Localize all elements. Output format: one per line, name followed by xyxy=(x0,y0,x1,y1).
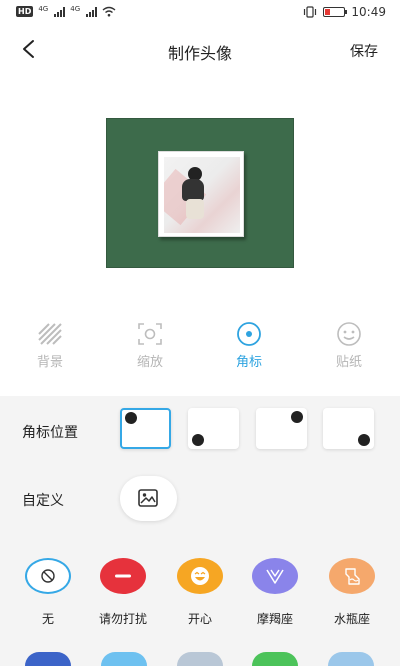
smiley-icon xyxy=(337,322,361,346)
clock: 10:49 xyxy=(351,5,386,19)
signal-icon-2 xyxy=(86,6,98,17)
avatar-preview-canvas xyxy=(106,118,294,268)
badge-row-partial xyxy=(0,652,400,666)
badge-dot-icon xyxy=(237,322,261,346)
tab-label: 角标 xyxy=(235,355,262,370)
image-icon xyxy=(138,489,158,507)
capricorn-icon xyxy=(266,569,284,584)
corner-dot xyxy=(291,411,303,423)
tab-background[interactable]: 背景 xyxy=(20,322,80,370)
scale-frame-icon xyxy=(138,323,162,345)
corner-dot xyxy=(358,434,370,446)
badge-label: 请勿打扰 xyxy=(98,612,147,626)
badge-circle xyxy=(252,558,298,594)
avatar-photo-card[interactable] xyxy=(158,151,244,237)
status-left: HD 4G 4G xyxy=(16,4,116,17)
corner-option-bottom-right[interactable] xyxy=(323,408,374,449)
corner-option-top-right[interactable] xyxy=(256,408,307,449)
none-icon xyxy=(41,569,55,583)
title-bar: 制作头像 保存 xyxy=(0,30,400,70)
badge-circle xyxy=(177,558,223,594)
badge-peek[interactable] xyxy=(101,652,147,666)
badge-none[interactable]: 无 xyxy=(16,558,80,627)
tab-label: 背景 xyxy=(36,355,63,370)
minus-icon xyxy=(115,574,131,578)
badge-circle xyxy=(25,558,71,594)
battery-icon xyxy=(323,7,348,17)
page-title: 制作头像 xyxy=(167,44,232,63)
custom-label: 自定义 xyxy=(22,493,64,509)
badge-label: 开心 xyxy=(187,612,212,626)
badge-circle xyxy=(329,558,375,594)
vibrate-icon xyxy=(304,6,317,18)
hd-icon: HD xyxy=(16,6,34,17)
editor-tabs: 背景 缩放 角标 贴纸 xyxy=(0,322,400,372)
corner-option-top-left[interactable] xyxy=(120,408,171,449)
aquarius-icon xyxy=(345,568,360,585)
corner-dot xyxy=(192,434,204,446)
badge-label: 摩羯座 xyxy=(256,612,293,626)
badge-peek[interactable] xyxy=(25,652,71,666)
badge-capricorn[interactable]: 摩羯座 xyxy=(243,558,307,627)
badge-aquarius[interactable]: 水瓶座 xyxy=(320,558,384,627)
tab-badge[interactable]: 角标 xyxy=(219,322,279,370)
badge-peek[interactable] xyxy=(328,652,374,666)
signal-icon-1 xyxy=(54,6,66,17)
corner-dot xyxy=(125,412,137,424)
tab-scale[interactable]: 缩放 xyxy=(120,322,180,370)
tab-label: 缩放 xyxy=(136,355,163,370)
status-right: 10:49 xyxy=(303,5,386,19)
corner-option-bottom-left[interactable] xyxy=(188,408,239,449)
laugh-icon xyxy=(191,567,209,585)
save-button[interactable]: 保存 xyxy=(350,41,378,61)
badge-label: 水瓶座 xyxy=(333,612,370,626)
status-bar: HD 4G 4G 10:49 xyxy=(0,0,400,26)
custom-image-button[interactable] xyxy=(120,476,177,521)
badge-peek[interactable] xyxy=(252,652,298,666)
tab-label: 贴纸 xyxy=(335,355,362,370)
badge-circle xyxy=(100,558,146,594)
badge-options-panel: 角标位置 自定义 无 请勿打扰 开心 摩羯座 水瓶座 xyxy=(0,396,400,666)
tab-sticker[interactable]: 贴纸 xyxy=(319,322,379,370)
corner-position-label: 角标位置 xyxy=(22,425,78,441)
badge-peek[interactable] xyxy=(177,652,223,666)
stripes-icon xyxy=(38,323,62,345)
network-type-1: 4G xyxy=(38,4,49,13)
badge-happy[interactable]: 开心 xyxy=(168,558,232,627)
badge-label: 无 xyxy=(41,612,54,626)
avatar-photo xyxy=(164,157,240,233)
badge-do-not-disturb[interactable]: 请勿打扰 xyxy=(91,558,155,627)
network-type-2: 4G xyxy=(70,4,81,13)
wifi-icon xyxy=(102,6,116,17)
